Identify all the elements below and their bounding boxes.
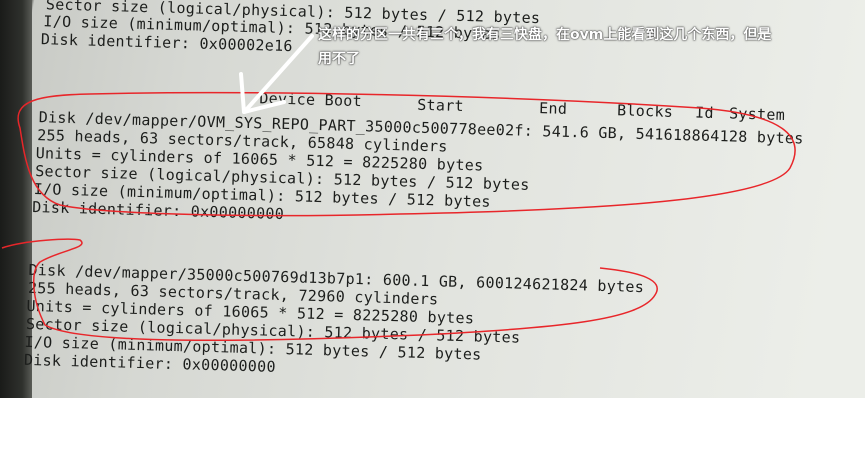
photo-of-monitor: Sector size (logical/physical): 512 byte… <box>0 0 865 398</box>
annotation-text-line-2: 用不了 <box>318 51 360 67</box>
annotation-text-line-1: 这样的分区一共有三个，我有三快盘，在ovm上能看到这几个东西，但是 <box>318 27 772 43</box>
red-circle-disk2 <box>1 238 658 342</box>
annotation-layer <box>1 34 796 342</box>
red-circle-disk1 <box>17 91 796 217</box>
white-arrow-icon <box>239 34 314 114</box>
